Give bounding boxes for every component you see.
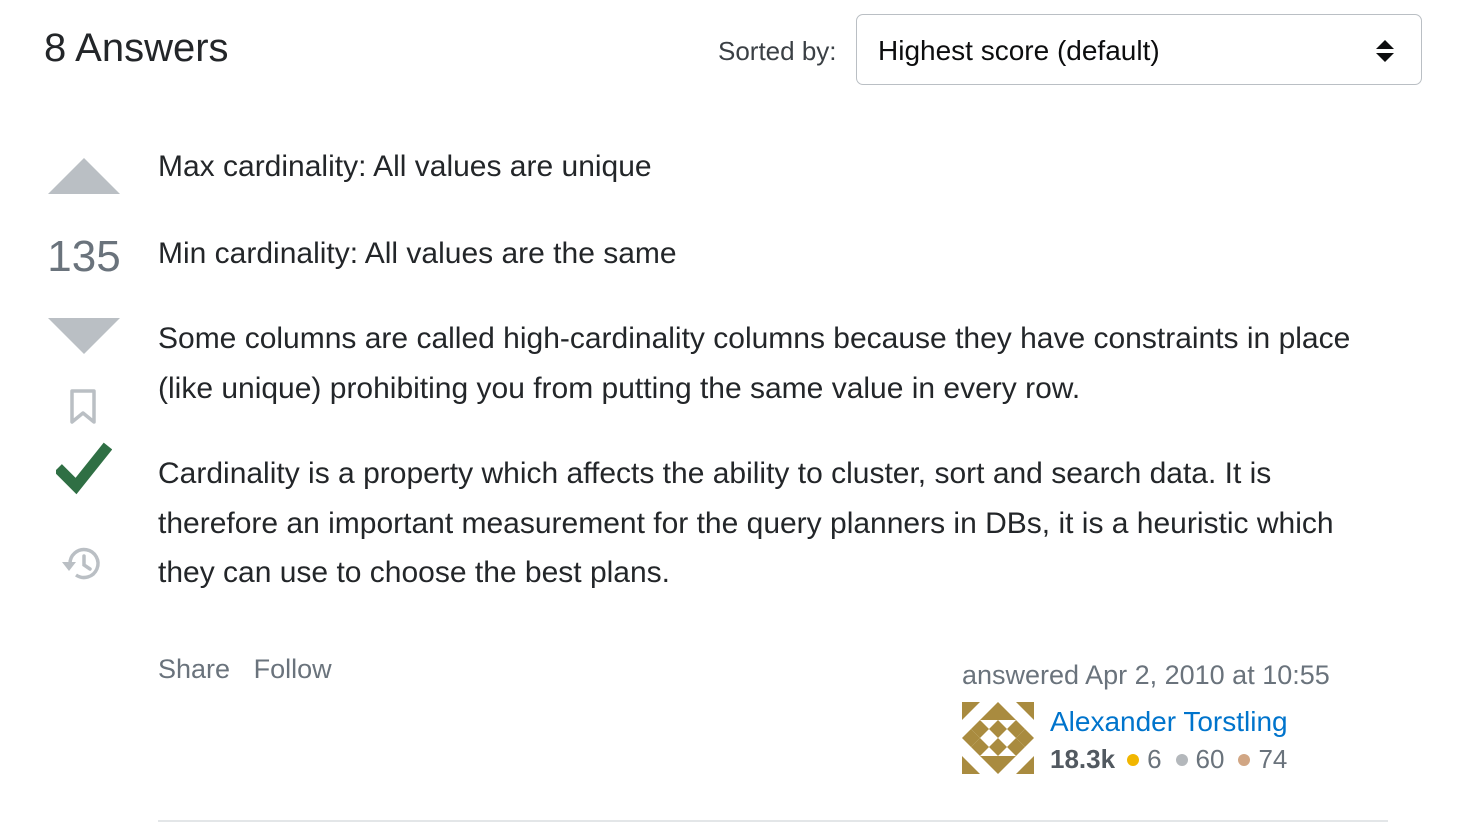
up-down-arrows-icon: [1376, 40, 1394, 62]
answer-divider: [158, 820, 1388, 822]
answers-section: 8 Answers Sorted by: Highest score (defa…: [0, 0, 1468, 826]
vote-down-icon[interactable]: [48, 318, 120, 354]
silver-badge-icon: [1175, 753, 1188, 766]
gold-badge-icon: [1127, 753, 1140, 766]
checkmark-icon: [56, 442, 112, 495]
gold-badge-count: 6: [1147, 744, 1162, 774]
bronze-badge: 74: [1238, 744, 1287, 775]
user-stats: 18.3k 6 60 74: [1050, 744, 1301, 775]
share-link[interactable]: Share: [158, 654, 230, 684]
answer-paragraph: Max cardinality: All values are unique: [158, 150, 652, 183]
answers-count-title: 8 Answers: [44, 26, 229, 70]
user-name-link[interactable]: Alexander Torstling: [1050, 706, 1288, 738]
gold-badge: 6: [1127, 744, 1162, 775]
sort-label: Sorted by:: [718, 36, 837, 66]
follow-link[interactable]: Follow: [254, 654, 332, 684]
reputation-score: 18.3k: [1050, 744, 1116, 774]
user-card: answered Apr 2, 2010 at 10:55 Alexander …: [962, 660, 1382, 780]
silver-badge-count: 60: [1195, 744, 1225, 774]
answered-time: answered Apr 2, 2010 at 10:55: [962, 660, 1330, 690]
post-menu: Share Follow: [158, 654, 348, 685]
sort-select-value: Highest score (default): [878, 35, 1160, 66]
silver-badge: 60: [1175, 744, 1225, 775]
history-icon[interactable]: [60, 544, 106, 584]
bookmark-icon[interactable]: [68, 388, 98, 426]
avatar[interactable]: [962, 702, 1034, 774]
sort-select[interactable]: Highest score (default): [856, 14, 1422, 85]
answer-paragraph: Cardinality is a property which affects …: [158, 457, 1334, 589]
answer-paragraph: Min cardinality: All values are the same: [158, 236, 677, 270]
answer-paragraph: Some columns are called high-cardinality…: [158, 322, 1351, 405]
bronze-badge-count: 74: [1258, 744, 1288, 774]
vote-count: 135: [47, 232, 121, 281]
bronze-badge-icon: [1238, 753, 1251, 766]
vote-up-icon[interactable]: [48, 158, 120, 194]
answer-body: Max cardinality: All values are unique M…: [158, 142, 1398, 634]
